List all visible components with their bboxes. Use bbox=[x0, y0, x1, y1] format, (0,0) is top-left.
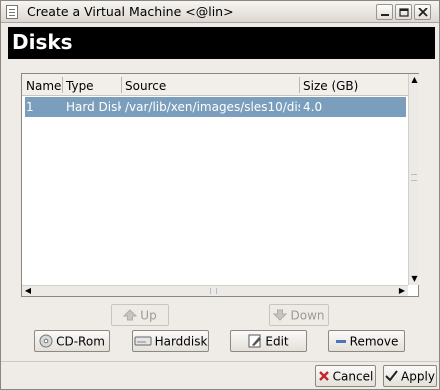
column-header-source[interactable]: Source bbox=[125, 79, 166, 93]
cell-size: 4.0 bbox=[303, 100, 323, 114]
down-button[interactable]: Down bbox=[269, 304, 329, 326]
remove-button[interactable]: Remove bbox=[328, 330, 405, 352]
scroll-grip[interactable] bbox=[411, 174, 417, 181]
minimize-icon bbox=[381, 14, 389, 16]
cdrom-icon bbox=[39, 334, 53, 347]
scroll-left-icon[interactable]: ◀ bbox=[23, 286, 33, 296]
edit-icon bbox=[248, 334, 262, 347]
harddisk-button-label: Harddisk bbox=[154, 334, 208, 349]
vertical-scrollbar[interactable]: ▲ ▼ bbox=[408, 74, 419, 285]
scroll-down-icon[interactable]: ▼ bbox=[410, 274, 419, 284]
up-button-label: Up bbox=[140, 308, 157, 323]
column-header-size[interactable]: Size (GB) bbox=[303, 79, 358, 93]
apply-icon bbox=[385, 369, 398, 382]
remove-button-label: Remove bbox=[349, 334, 399, 349]
remove-icon bbox=[335, 339, 346, 343]
column-separator[interactable] bbox=[299, 77, 300, 93]
scroll-grip[interactable] bbox=[210, 288, 217, 294]
cell-source: /var/lib/xen/images/sles10/disk0 bbox=[125, 100, 300, 114]
cell-type: Hard Disk bbox=[66, 100, 121, 114]
edit-button[interactable]: Edit bbox=[230, 330, 307, 352]
disks-list[interactable]: Name Type Source Size (GB) 1 Hard Disk /… bbox=[21, 73, 419, 297]
harddisk-icon bbox=[134, 336, 152, 345]
maximize-icon bbox=[399, 8, 409, 17]
window-title: Create a Virtual Machine <@lin> bbox=[27, 4, 234, 19]
cell-name: 1 bbox=[26, 100, 34, 114]
column-headers: Name Type Source Size (GB) bbox=[22, 74, 408, 96]
window-menu-icon[interactable] bbox=[6, 5, 18, 19]
page-title: Disks bbox=[8, 27, 435, 59]
down-button-label: Down bbox=[290, 308, 325, 323]
separator bbox=[1, 361, 439, 362]
column-header-name[interactable]: Name bbox=[26, 79, 61, 93]
dialog-window: Create a Virtual Machine <@lin> Disks Na… bbox=[0, 0, 440, 390]
add-cdrom-button[interactable]: CD-Rom bbox=[34, 330, 110, 352]
apply-button-label: Apply bbox=[401, 369, 435, 384]
column-separator[interactable] bbox=[121, 77, 122, 93]
title-bar[interactable]: Create a Virtual Machine <@lin> bbox=[1, 1, 439, 23]
maximize-button[interactable] bbox=[395, 4, 412, 20]
scroll-right-icon[interactable]: ▶ bbox=[397, 286, 407, 296]
scroll-up-icon[interactable]: ▲ bbox=[410, 75, 419, 85]
close-icon bbox=[418, 8, 428, 17]
table-row[interactable]: 1 Hard Disk /var/lib/xen/images/sles10/d… bbox=[25, 97, 406, 117]
add-harddisk-button[interactable]: Harddisk bbox=[132, 330, 209, 352]
apply-button[interactable]: Apply bbox=[383, 365, 437, 387]
cancel-button[interactable]: Cancel bbox=[315, 365, 376, 387]
horizontal-scrollbar[interactable]: ◀ ▶ bbox=[22, 285, 408, 296]
cancel-icon bbox=[318, 370, 329, 381]
up-button[interactable]: Up bbox=[111, 304, 169, 326]
edit-button-label: Edit bbox=[265, 334, 289, 349]
cdrom-button-label: CD-Rom bbox=[56, 334, 105, 349]
cancel-button-label: Cancel bbox=[332, 369, 374, 384]
up-arrow-icon bbox=[123, 308, 138, 320]
down-arrow-icon bbox=[273, 309, 288, 321]
column-header-type[interactable]: Type bbox=[66, 79, 94, 93]
close-button[interactable] bbox=[414, 4, 431, 20]
column-separator[interactable] bbox=[62, 77, 63, 93]
minimize-button[interactable] bbox=[376, 4, 393, 20]
